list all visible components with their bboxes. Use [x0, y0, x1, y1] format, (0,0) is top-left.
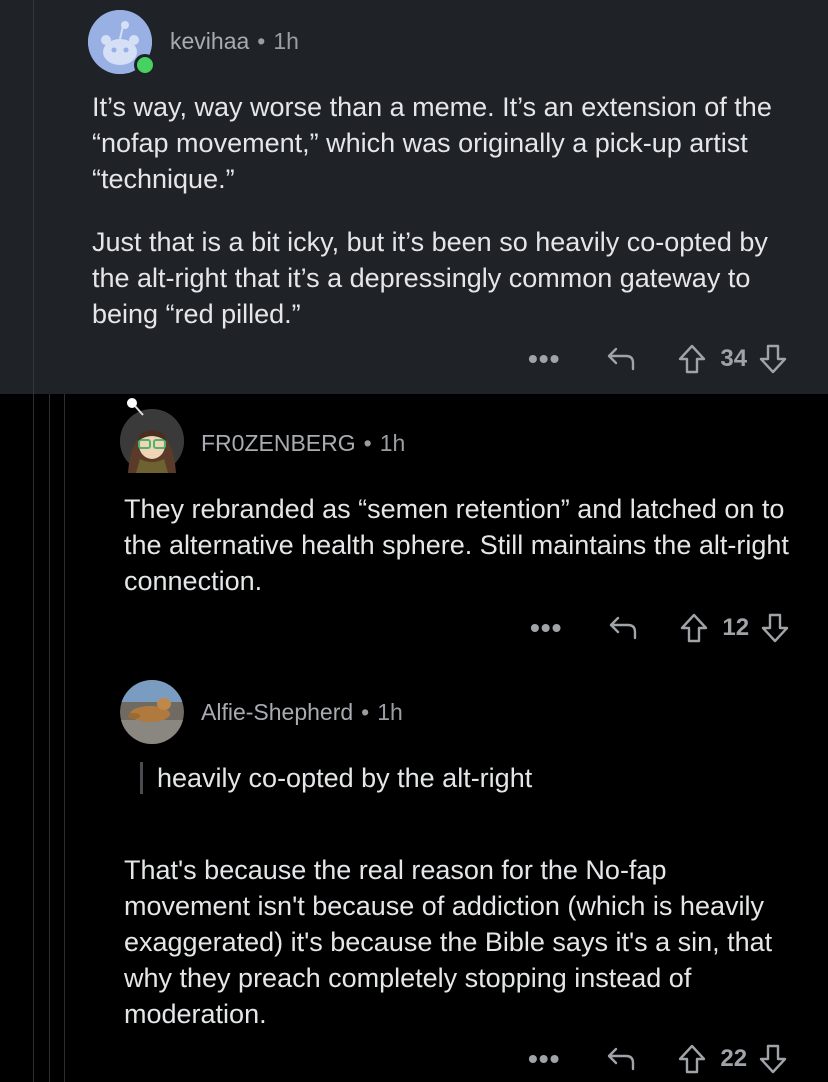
downvote-arrow-icon [759, 1044, 787, 1074]
timestamp: 1h [273, 28, 299, 54]
comment-meta: FR0ZENBERG • 1h [201, 430, 405, 457]
downvote-button[interactable] [761, 613, 789, 643]
reply-button[interactable] [608, 615, 638, 641]
comment-meta: Alfie-Shepherd • 1h [201, 699, 403, 726]
separator: • [363, 430, 372, 456]
upvote-button[interactable] [678, 344, 706, 374]
comment-actions: ••• 34 [528, 341, 787, 377]
reply-button[interactable] [606, 1046, 636, 1072]
reply-arrow-icon [608, 347, 635, 371]
vote-score: 22 [720, 1045, 748, 1072]
timestamp: 1h [377, 699, 403, 725]
comment-paragraph: It’s way, way worse than a meme. It’s an… [92, 92, 772, 194]
reply-button[interactable] [606, 346, 636, 372]
author-name[interactable]: Alfie-Shepherd [201, 699, 353, 725]
comment: Alfie-Shepherd • 1h heavily co-opted by th… [0, 670, 828, 1082]
downvote-arrow-icon [761, 613, 789, 643]
comment-actions: ••• 12 [530, 610, 789, 646]
comment: FR0ZENBERG • 1h They rebranded as “semen r… [0, 394, 828, 670]
upvote-button[interactable] [680, 613, 708, 643]
antenna-icon [127, 398, 144, 416]
comment-paragraph: They rebranded as “semen retention” and … [124, 494, 789, 596]
timestamp: 1h [379, 430, 406, 456]
vote-score: 34 [720, 345, 748, 372]
upvote-arrow-icon [679, 344, 706, 374]
upvote-arrow-icon [681, 613, 708, 643]
upvote-button[interactable] [678, 1044, 706, 1074]
thread-line [33, 0, 34, 394]
vote-score: 12 [722, 614, 750, 641]
separator: • [257, 28, 266, 54]
author-name[interactable]: kevihaa [170, 28, 249, 54]
comment-paragraph: That's because the real reason for the N… [124, 855, 773, 1029]
more-options-button[interactable]: ••• [530, 614, 562, 642]
comment-body: That's because the real reason for the N… [124, 852, 794, 1059]
avatar-image [120, 409, 184, 473]
avatar[interactable] [120, 398, 184, 473]
separator: • [361, 699, 370, 725]
comment: kevihaa • 1h It’s way, way worse than a me… [0, 0, 828, 394]
more-options-button[interactable]: ••• [528, 345, 560, 373]
online-indicator [134, 54, 156, 76]
comment-actions: ••• 22 [528, 1041, 787, 1077]
downvote-button[interactable] [759, 1044, 787, 1074]
reply-arrow-icon [608, 1047, 635, 1071]
avatar-image [120, 680, 184, 744]
blockquote: heavily co-opted by the alt-right [140, 762, 532, 794]
author-name[interactable]: FR0ZENBERG [201, 430, 356, 456]
avatar[interactable] [120, 680, 184, 744]
comment-body: It’s way, way worse than a meme. It’s an… [92, 89, 792, 359]
upvote-arrow-icon [679, 1044, 706, 1074]
comment-body: They rebranded as “semen retention” and … [124, 491, 794, 626]
comment-meta: kevihaa • 1h [170, 28, 299, 55]
downvote-button[interactable] [759, 344, 787, 374]
more-options-button[interactable]: ••• [528, 1045, 560, 1073]
comment-paragraph: Just that is a bit icky, but it’s been s… [92, 227, 768, 329]
avatar[interactable] [88, 10, 156, 76]
reply-arrow-icon [610, 616, 637, 640]
downvote-arrow-icon [759, 344, 787, 374]
